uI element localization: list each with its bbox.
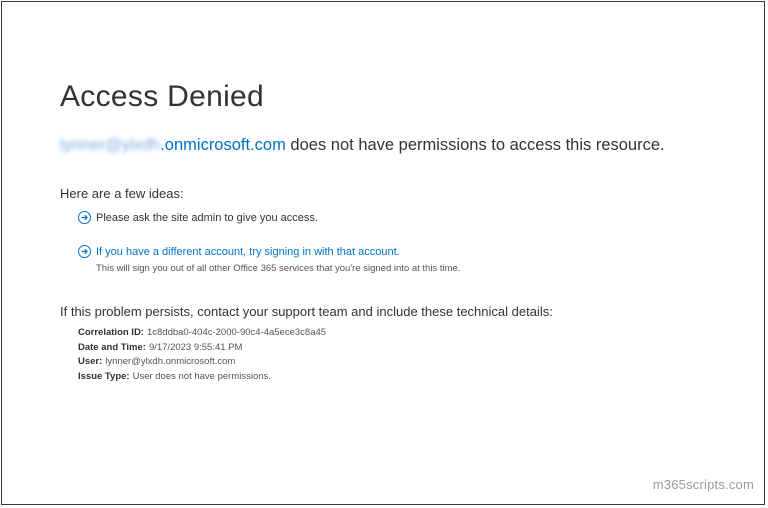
error-message-text: does not have permissions to access this… — [285, 136, 665, 154]
sign-in-different-account-text[interactable]: If you have a different account, try sig… — [96, 246, 400, 258]
persist-instructions: If this problem persists, contact your s… — [60, 304, 553, 319]
circle-arrow-right-icon — [78, 211, 91, 224]
idea-ask-admin: Please ask the site admin to give you ac… — [78, 211, 318, 224]
sign-out-note: This will sign you out of all other Offi… — [96, 263, 461, 274]
sign-in-different-account-link[interactable]: If you have a different account, try sig… — [78, 245, 400, 258]
technical-details: Correlation ID: 1c8ddba0-404c-2000-90c4-4… — [78, 326, 326, 384]
date-time-label: Date and Time: — [78, 341, 146, 353]
correlation-id-value: 1c8ddba0-404c-2000-90c4-4a5ece3c8a45 — [146, 327, 327, 338]
user-label: User: — [78, 356, 103, 367]
date-time-value: 9/17/2023 9:55:41 PM — [148, 341, 243, 353]
issue-type-value: User does not have permissions. — [132, 370, 271, 382]
circle-arrow-right-icon — [78, 245, 91, 258]
issue-type-label: Issue Type: — [78, 370, 130, 382]
ideas-heading: Here are a few ideas: — [60, 186, 184, 201]
user-row: User: lynner@ylxdh.onmicrosoft.com — [78, 355, 326, 370]
error-message: lynner@ylxdh.onmicrosoft.com does not ha… — [60, 136, 665, 155]
issue-type-row: Issue Type: User does not have permission… — [78, 370, 326, 385]
page-title: Access Denied — [60, 80, 264, 113]
correlation-id-row: Correlation ID: 1c8ddba0-404c-2000-90c4-4… — [78, 326, 326, 341]
correlation-id-label: Correlation ID: — [78, 327, 144, 338]
date-time-row: Date and Time: 9/17/2023 9:55:41 PM — [78, 341, 326, 356]
site-watermark: m365scripts.com — [652, 477, 754, 492]
idea-ask-admin-text: Please ask the site admin to give you ac… — [96, 211, 318, 224]
user-value: lynner@ylxdh.onmicrosoft.com — [105, 356, 236, 367]
tenant-domain: .onmicrosoft.com — [160, 136, 286, 154]
blurred-username: lynner@ylxdh — [60, 136, 161, 154]
